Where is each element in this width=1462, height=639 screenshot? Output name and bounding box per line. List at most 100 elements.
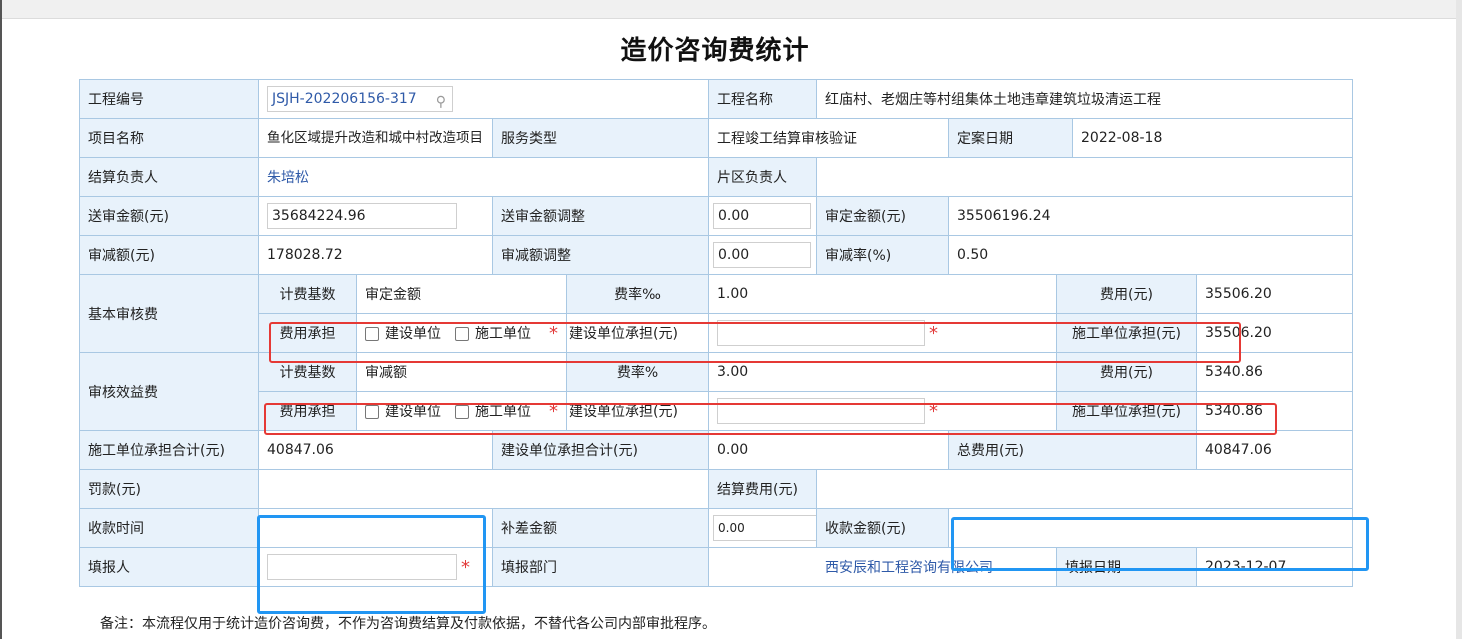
basic-owner-bear-input[interactable] (717, 320, 925, 346)
settle-owner-label: 结算负责人 (79, 157, 259, 197)
reporter-cell: * (258, 547, 493, 587)
settle-owner-value[interactable]: 朱培松 (258, 157, 709, 197)
submit-adjust-label: 送审金额调整 (492, 196, 709, 236)
option-label: 建设单位 (385, 404, 441, 420)
window-scrollbar[interactable] (1456, 0, 1462, 639)
service-type-label: 服务类型 (492, 118, 709, 158)
basic-contractor-option[interactable]: 施工单位 (455, 323, 531, 343)
benefit-base-value: 审减额 (356, 352, 567, 392)
project-no-cell: JSJH-202206156-317 ⚲ (258, 79, 709, 119)
benefit-fee-label: 费用(元) (1056, 352, 1197, 392)
submit-amount-cell: 35684224.96 (258, 196, 493, 236)
benefit-fee-value: 5340.86 (1195, 352, 1354, 392)
basic-fee-label: 费用(元) (1056, 274, 1197, 314)
benefit-bear-label: 费用承担 (258, 391, 357, 431)
checkbox[interactable] (365, 327, 379, 341)
submit-adjust-cell: 0.00 (708, 196, 817, 236)
collect-time-value[interactable] (258, 508, 493, 548)
submit-adjust-input[interactable]: 0.00 (713, 203, 811, 229)
reduction-adjust-input[interactable]: 0.00 (713, 242, 811, 268)
area-owner-value (815, 157, 1354, 197)
benefit-contractor-bear-value: 5340.86 (1195, 391, 1354, 431)
basic-fee-section-label: 基本审核费 (79, 274, 259, 353)
option-label: 施工单位 (475, 404, 531, 420)
benefit-fee-section-label: 审核效益费 (79, 352, 259, 431)
project-name-value: 红庙村、老烟庄等村组集体土地违章建筑垃圾清运工程 (815, 79, 1354, 119)
total-fee-label: 总费用(元) (948, 430, 1197, 470)
submit-amount-label: 送审金额(元) (79, 196, 259, 236)
benefit-rate-label: 费率% (566, 352, 709, 392)
reduction-adjust-cell: 0.00 (708, 235, 817, 275)
checkbox[interactable] (455, 405, 469, 419)
project-no-value: JSJH-202206156-317 (272, 91, 417, 107)
benefit-owner-option[interactable]: 建设单位 (365, 401, 441, 421)
basic-bear-options: 建设单位 施工单位 * (356, 313, 567, 353)
reduction-rate-label: 审减率(%) (816, 235, 949, 275)
filing-date-value: 2022-08-18 (1071, 118, 1354, 158)
item-name-value: 鱼化区域提升改造和城中村改造项目 (258, 118, 493, 158)
required-star: * (929, 322, 938, 344)
basic-bear-label: 费用承担 (258, 313, 357, 353)
area-owner-label: 片区负责人 (708, 157, 817, 197)
submit-amount-input[interactable]: 35684224.96 (267, 203, 457, 229)
project-name-label: 工程名称 (708, 79, 817, 119)
benefit-base-label: 计费基数 (258, 352, 357, 392)
approved-amount-value: 35506196.24 (947, 196, 1354, 236)
reduction-adjust-label: 审减额调整 (492, 235, 709, 275)
required-star: * (461, 556, 470, 578)
checkbox[interactable] (365, 405, 379, 419)
contractor-total-value: 40847.06 (258, 430, 493, 470)
browser-top-bar (0, 0, 1462, 19)
benefit-owner-bear-label: 建设单位承担(元) (566, 391, 709, 431)
checkbox[interactable] (455, 327, 469, 341)
report-date-label: 填报日期 (1056, 547, 1197, 587)
basic-rate-label: 费率‰ (566, 274, 709, 314)
footnote: 备注：本流程仅用于统计造价咨询费，不作为咨询费结算及付款依据，不替代各公司内部审… (100, 616, 716, 632)
collect-amount-value[interactable] (947, 508, 1354, 548)
basic-owner-option[interactable]: 建设单位 (365, 323, 441, 343)
benefit-owner-bear-cell: * (708, 391, 1057, 431)
total-fee-value: 40847.06 (1195, 430, 1354, 470)
reporter-label: 填报人 (79, 547, 259, 587)
diff-amount-cell: 0.00 (708, 508, 817, 548)
report-date-value: 2023-12-07 (1195, 547, 1354, 587)
item-name-label: 项目名称 (79, 118, 259, 158)
approved-amount-label: 审定金额(元) (816, 196, 949, 236)
basic-owner-bear-label: 建设单位承担(元) (566, 313, 709, 353)
reduction-label: 审减额(元) (79, 235, 259, 275)
benefit-contractor-option[interactable]: 施工单位 (455, 401, 531, 421)
settle-fee-label: 结算费用(元) (708, 469, 817, 509)
reporter-input[interactable] (267, 554, 457, 580)
contractor-total-label: 施工单位承担合计(元) (79, 430, 259, 470)
diff-amount-label: 补差金额 (492, 508, 709, 548)
benefit-contractor-bear-label: 施工单位承担(元) (1056, 391, 1197, 431)
page-title: 造价咨询费统计 (620, 36, 810, 66)
option-label: 施工单位 (475, 326, 531, 342)
benefit-bear-options: 建设单位 施工单位 * (356, 391, 567, 431)
reduction-rate-value: 0.50 (947, 235, 1354, 275)
window-left-edge (0, 0, 2, 639)
benefit-rate-value: 3.00 (708, 352, 1057, 392)
required-star: * (549, 322, 558, 344)
project-no-label: 工程编号 (79, 79, 259, 119)
owner-total-value: 0.00 (708, 430, 949, 470)
basic-rate-value: 1.00 (708, 274, 1057, 314)
settle-fee-value (815, 469, 1354, 509)
required-star: * (929, 400, 938, 422)
option-label: 建设单位 (385, 326, 441, 342)
fee-statistics-form: 工程编号 JSJH-202206156-317 ⚲ 工程名称 红庙村、老烟庄等村… (79, 79, 1354, 587)
reduction-value: 178028.72 (258, 235, 493, 275)
basic-owner-bear-cell: * (708, 313, 1057, 353)
basic-fee-value: 35506.20 (1195, 274, 1354, 314)
basic-contractor-bear-value: 35506.20 (1195, 313, 1354, 353)
benefit-owner-bear-input[interactable] (717, 398, 925, 424)
search-icon[interactable]: ⚲ (436, 90, 446, 114)
owner-total-label: 建设单位承担合计(元) (492, 430, 709, 470)
filing-date-label: 定案日期 (948, 118, 1073, 158)
fine-value (258, 469, 709, 509)
diff-amount-input[interactable]: 0.00 (713, 515, 816, 541)
project-no-input[interactable]: JSJH-202206156-317 ⚲ (267, 86, 453, 112)
report-dept-label: 填报部门 (492, 547, 709, 587)
basic-contractor-bear-label: 施工单位承担(元) (1056, 313, 1197, 353)
required-star: * (549, 400, 558, 422)
